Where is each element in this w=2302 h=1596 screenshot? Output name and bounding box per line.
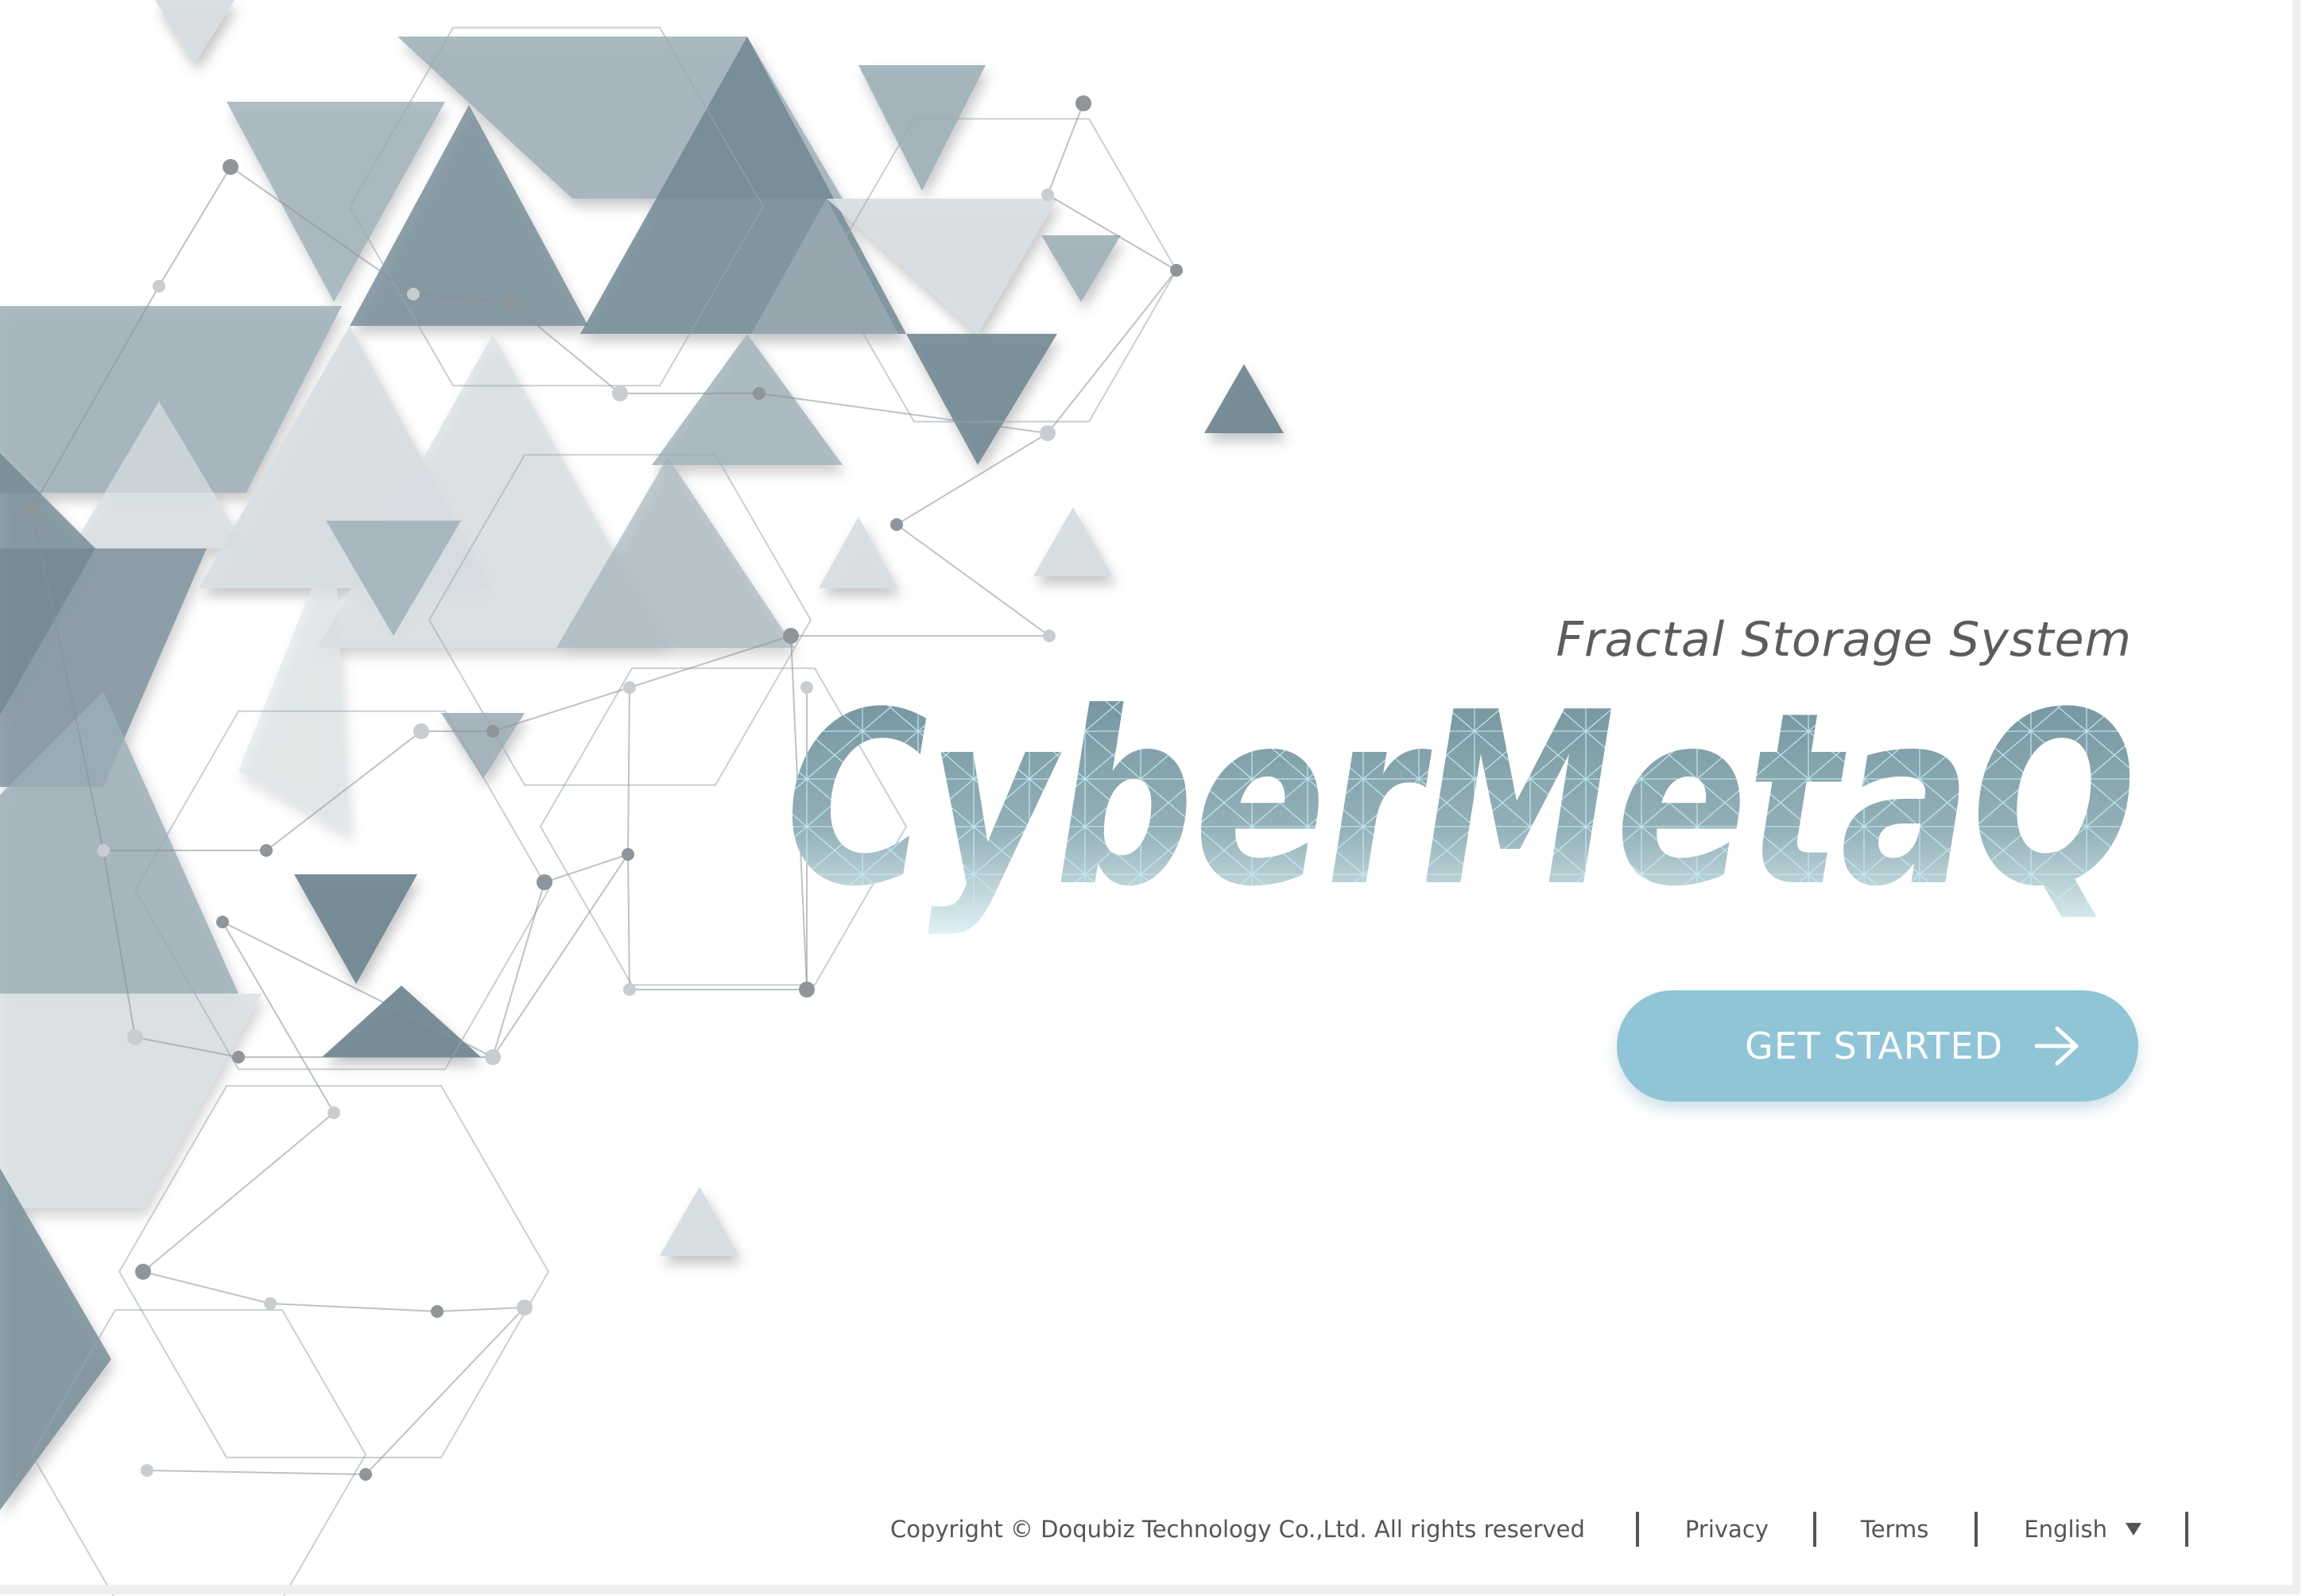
network-line — [142, 1271, 271, 1304]
decorative-triangle — [819, 517, 898, 588]
network-node — [486, 725, 499, 738]
network-node — [359, 1468, 372, 1481]
network-node — [1041, 188, 1054, 201]
network-node — [407, 288, 420, 300]
network-node — [264, 1297, 277, 1310]
network-line — [436, 1307, 525, 1312]
decorative-triangle — [1204, 364, 1284, 433]
network-line — [627, 687, 630, 855]
network-node — [502, 296, 515, 308]
network-node — [1043, 629, 1056, 642]
network-line — [158, 166, 231, 287]
network-node — [413, 723, 429, 739]
network-line — [544, 854, 629, 883]
decorative-hexagon — [118, 1085, 550, 1458]
network-node — [753, 387, 765, 400]
language-select[interactable]: English — [2024, 1516, 2142, 1543]
network-node — [232, 1051, 245, 1063]
brand-title: CyberMetaQ CyberMetaQ — [785, 661, 2137, 939]
get-started-label: GET STARTED — [1745, 1025, 2003, 1067]
network-node — [623, 681, 636, 694]
landing-page: Fractal Storage System CyberMetaQ CyberM… — [0, 0, 2302, 1596]
get-started-button[interactable]: GET STARTED — [1617, 990, 2138, 1102]
network-node — [260, 844, 273, 857]
network-node — [890, 518, 903, 531]
network-node — [327, 1106, 340, 1119]
copyright-text: Copyright © Doqubiz Technology Co.,Ltd. … — [890, 1516, 1585, 1543]
network-line — [146, 1470, 366, 1475]
network-line — [492, 881, 545, 1058]
network-line — [627, 854, 630, 990]
chevron-down-icon — [2126, 1523, 2142, 1536]
network-node — [783, 628, 799, 644]
network-node — [135, 1264, 151, 1280]
decorative-triangle — [1033, 507, 1113, 576]
network-node — [612, 385, 628, 401]
network-node — [622, 848, 634, 861]
network-line — [269, 1303, 438, 1312]
arrow-right-icon — [2035, 1026, 2079, 1066]
privacy-link[interactable]: Privacy — [1685, 1516, 1769, 1543]
decorative-triangle — [441, 713, 525, 779]
network-line — [492, 854, 629, 1058]
footer-separator — [2185, 1512, 2189, 1547]
decorative-triangle — [906, 334, 1057, 465]
footer-separator — [1635, 1512, 1639, 1547]
footer-separator — [1812, 1512, 1816, 1547]
network-node — [1170, 264, 1183, 277]
network-node — [153, 280, 165, 292]
decorative-triangle — [652, 334, 843, 465]
network-node — [1040, 425, 1056, 441]
decorative-triangle — [858, 65, 986, 191]
terms-link[interactable]: Terms — [1861, 1516, 1928, 1543]
decorative-triangle — [660, 1187, 739, 1256]
network-node — [127, 1029, 143, 1045]
network-node — [537, 874, 552, 890]
network-node — [1075, 95, 1091, 111]
network-node — [97, 844, 110, 857]
network-node — [623, 983, 636, 996]
decorative-triangle — [0, 1168, 111, 1510]
network-node — [141, 1464, 153, 1477]
network-line — [1047, 103, 1084, 196]
decorative-triangle — [1041, 235, 1121, 302]
footer-separator — [1975, 1512, 1978, 1547]
network-node — [799, 982, 815, 998]
network-line — [896, 524, 1050, 637]
language-label: English — [2024, 1516, 2108, 1543]
footer: Copyright © Doqubiz Technology Co.,Ltd. … — [890, 1507, 2189, 1551]
decorative-triangle — [322, 986, 481, 1057]
network-node — [431, 1305, 444, 1318]
decorative-triangle — [0, 994, 262, 1208]
network-node — [517, 1300, 533, 1315]
network-node — [485, 1049, 501, 1065]
network-node — [223, 159, 238, 175]
network-node — [25, 502, 38, 515]
network-node — [216, 916, 229, 928]
network-line — [1047, 269, 1177, 434]
brand-name-mesh-overlay: CyberMetaQ — [785, 661, 2137, 939]
decorative-triangle — [155, 0, 234, 64]
